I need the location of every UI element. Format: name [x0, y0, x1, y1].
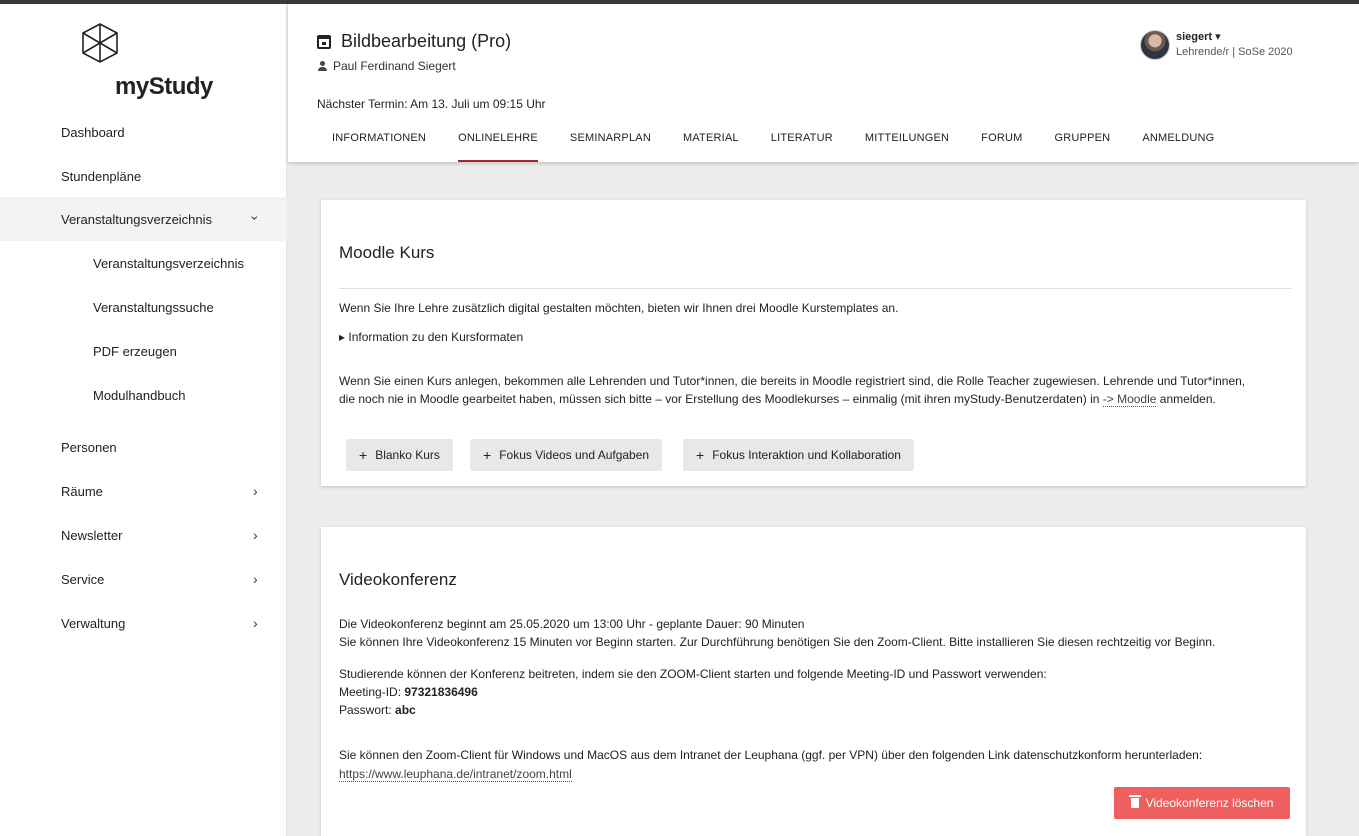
moodle-title: Moodle Kurs: [339, 243, 435, 262]
tab-forum[interactable]: FORUM: [965, 132, 1038, 162]
course-header: Bildbearbeitung (Pro) Paul Ferdinand Sie…: [288, 4, 1359, 162]
zoom-download-info: Sie können den Zoom-Client für Windows u…: [339, 748, 1203, 762]
trash-icon: [1128, 795, 1141, 808]
logo-text: myStudy: [115, 73, 213, 100]
tab-mitteilungen[interactable]: MITTEILUNGEN: [849, 132, 965, 162]
tab-material[interactable]: MATERIAL: [667, 132, 755, 162]
user-menu[interactable]: siegert ▾ Lehrende/r | SoSe 2020: [1140, 28, 1350, 64]
chevron-right-icon: ›: [253, 483, 258, 499]
delete-videoconference-button[interactable]: Videokonferenz löschen: [1114, 787, 1290, 819]
fokus-interaktion-button[interactable]: + Fokus Interaktion und Kollaboration: [683, 439, 914, 471]
plus-icon: +: [696, 447, 705, 463]
course-tabs: INFORMATIONEN ONLINELEHRE SEMINARPLAN MA…: [317, 132, 1230, 162]
sidebar-item-verwaltung[interactable]: Verwaltung ›: [0, 601, 287, 645]
course-format-details[interactable]: ▸ Information zu den Kursformaten: [339, 328, 523, 346]
lecturer: Paul Ferdinand Siegert: [317, 59, 456, 73]
next-date: Nächster Termin: Am 13. Juli um 09:15 Uh…: [317, 97, 546, 111]
sidebar: myStudy Dashboard Stundenpläne Veranstal…: [0, 4, 287, 836]
sidebar-item-label: Service: [61, 571, 105, 587]
divider: [339, 288, 1291, 289]
zoom-download-link[interactable]: https://www.leuphana.de/intranet/zoom.ht…: [339, 767, 572, 782]
user-role: Lehrende/r | SoSe 2020: [1176, 46, 1293, 58]
sidebar-item-label: Modulhandbuch: [93, 387, 186, 403]
sidebar-item-label: Personen: [61, 439, 117, 455]
sidebar-item-label: Verwaltung: [61, 615, 126, 631]
course-title-text: Bildbearbeitung (Pro): [341, 31, 512, 51]
plus-icon: +: [483, 447, 492, 463]
calendar-icon: [317, 34, 331, 49]
button-label: Fokus Videos und Aufgaben: [499, 448, 650, 462]
videoconference-title: Videokonferenz: [339, 570, 457, 589]
videoconference-card: Videokonferenz Die Videokonferenz beginn…: [321, 527, 1306, 836]
user-name[interactable]: siegert ▾: [1176, 30, 1221, 43]
sidebar-item-label: Veranstaltungsverzeichnis: [61, 211, 213, 227]
button-label: Videokonferenz löschen: [1145, 796, 1274, 810]
person-icon: [317, 61, 327, 71]
password-label: Passwort:: [339, 703, 396, 717]
chevron-right-icon: ›: [253, 527, 258, 543]
moodle-info-text: die noch nie in Moodle gearbeitet haben,…: [339, 392, 1103, 406]
meeting-id-value: 97321836496: [404, 685, 478, 699]
moodle-info-text-end: anmelden.: [1156, 392, 1216, 406]
tab-anmeldung[interactable]: ANMELDUNG: [1126, 132, 1230, 162]
password-value: abc: [395, 703, 416, 717]
videoconference-join-info: Studierende können der Konferenz beitret…: [339, 667, 1047, 681]
tab-informationen[interactable]: INFORMATIONEN: [317, 132, 442, 162]
lecturer-name: Paul Ferdinand Siegert: [333, 59, 456, 73]
tab-seminarplan[interactable]: SEMINARPLAN: [554, 132, 667, 162]
videoconference-info: Sie können Ihre Videokonferenz 15 Minute…: [339, 635, 1216, 649]
videoconference-start: Die Videokonferenz beginnt am 25.05.2020…: [339, 617, 805, 631]
sidebar-subitem-pdf-erzeugen[interactable]: PDF erzeugen: [0, 329, 287, 373]
tab-literatur[interactable]: LITERATUR: [755, 132, 849, 162]
button-label: Fokus Interaktion und Kollaboration: [712, 448, 901, 462]
sidebar-item-label: Veranstaltungssuche: [93, 299, 214, 315]
sidebar-item-stundenplaene[interactable]: Stundenpläne: [0, 154, 287, 198]
tab-onlinelehre[interactable]: ONLINELEHRE: [442, 132, 554, 162]
blanko-kurs-button[interactable]: + Blanko Kurs: [346, 439, 453, 471]
avatar[interactable]: [1140, 30, 1170, 60]
sidebar-item-newsletter[interactable]: Newsletter ›: [0, 513, 287, 557]
sidebar-item-label: PDF erzeugen: [93, 343, 177, 359]
sidebar-item-label: Newsletter: [61, 527, 123, 543]
meeting-id: Meeting-ID: 97321836496: [339, 683, 478, 701]
moodle-intro: Wenn Sie Ihre Lehre zusätzlich digital g…: [339, 301, 899, 315]
moodle-info-line1: Wenn Sie einen Kurs anlegen, bekommen al…: [339, 374, 1246, 388]
sidebar-item-label: Veranstaltungsverzeichnis: [93, 255, 245, 271]
plus-icon: +: [359, 447, 368, 463]
sidebar-item-label: Räume: [61, 483, 103, 499]
moodle-info-line2: die noch nie in Moodle gearbeitet haben,…: [339, 390, 1299, 408]
sidebar-subitem-modulhandbuch[interactable]: Modulhandbuch: [0, 373, 287, 417]
sidebar-subitem-veranstaltungssuche[interactable]: Veranstaltungssuche: [0, 285, 287, 329]
chevron-right-icon: ›: [253, 571, 258, 587]
sidebar-item-personen[interactable]: Personen: [0, 425, 287, 469]
fokus-videos-button[interactable]: + Fokus Videos und Aufgaben: [470, 439, 663, 471]
logo-cube-icon: [82, 23, 118, 63]
chevron-down-icon: ›: [247, 215, 264, 221]
moodle-card: Moodle Kurs Wenn Sie Ihre Lehre zusätzli…: [321, 200, 1306, 486]
tab-gruppen[interactable]: GRUPPEN: [1039, 132, 1127, 162]
meeting-id-label: Meeting-ID:: [339, 685, 405, 699]
moodle-link[interactable]: -> Moodle: [1102, 392, 1157, 407]
password: Passwort: abc: [339, 701, 416, 719]
sidebar-subitem-veranstaltungsverzeichnis[interactable]: Veranstaltungsverzeichnis: [0, 241, 287, 285]
zoom-download-link-wrap: https://www.leuphana.de/intranet/zoom.ht…: [339, 765, 572, 783]
sidebar-item-dashboard[interactable]: Dashboard: [0, 110, 287, 154]
button-label: Blanko Kurs: [375, 448, 440, 462]
course-title: Bildbearbeitung (Pro): [317, 31, 511, 52]
sidebar-item-label: Stundenpläne: [61, 168, 142, 184]
sidebar-item-service[interactable]: Service ›: [0, 557, 287, 601]
sidebar-item-raeume[interactable]: Räume ›: [0, 469, 287, 513]
chevron-right-icon: ›: [253, 615, 258, 631]
mystudy-logo[interactable]: myStudy: [80, 22, 213, 102]
sidebar-item-label: Dashboard: [61, 124, 125, 140]
sidebar-item-veranstaltungsverzeichnis[interactable]: Veranstaltungsverzeichnis ›: [0, 197, 287, 241]
